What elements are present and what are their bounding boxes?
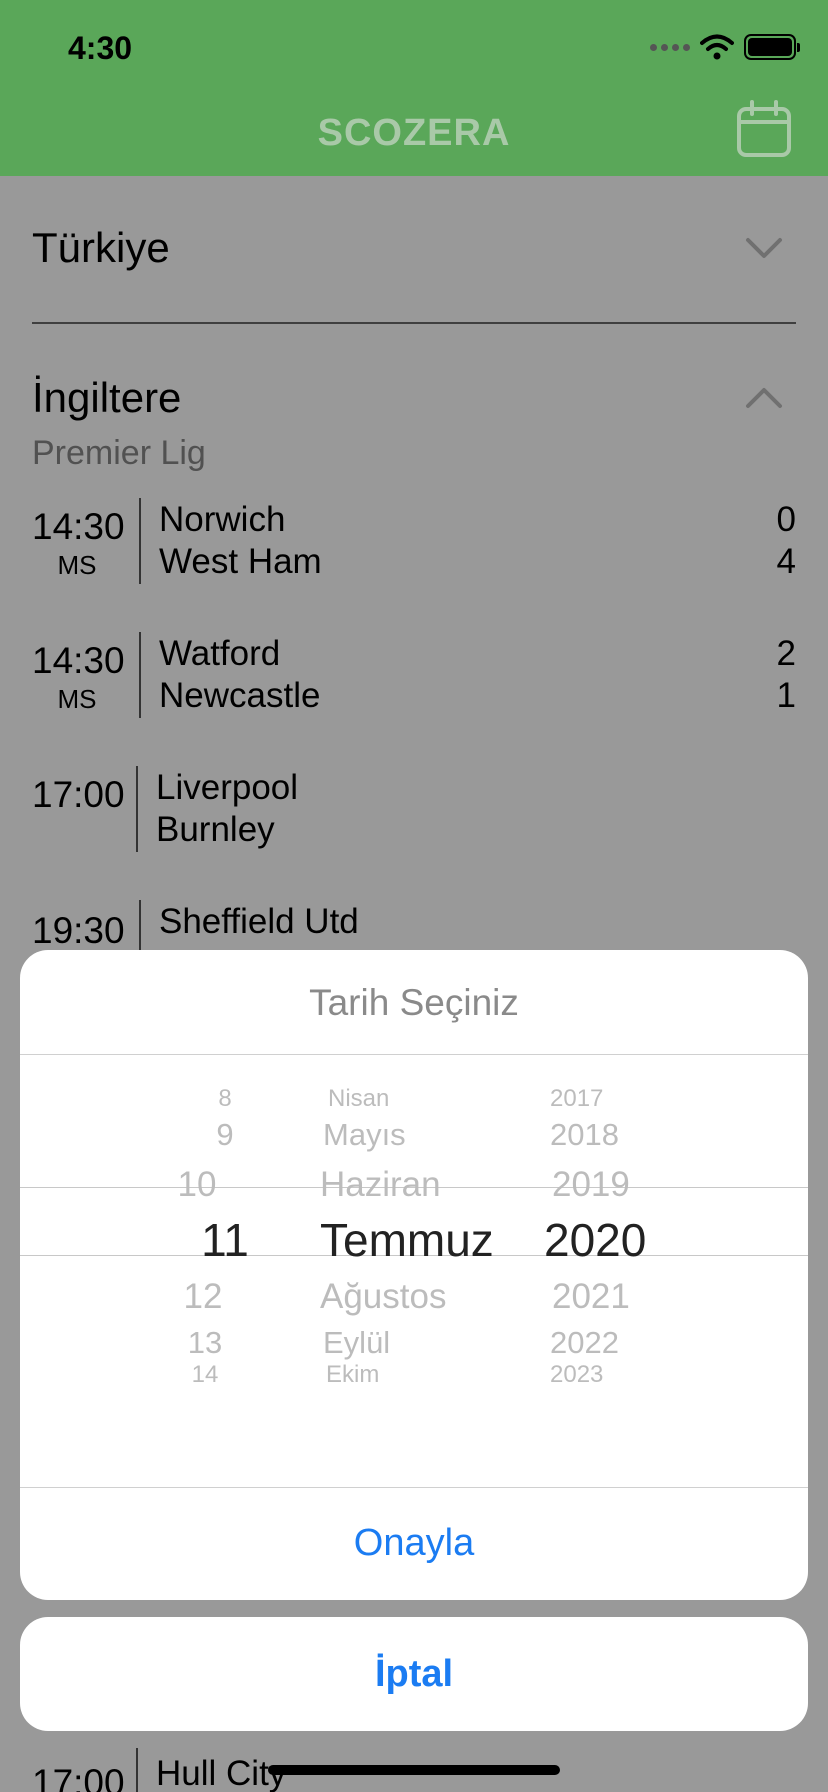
picker-month-item[interactable]: Nisan — [328, 1085, 528, 1113]
home-indicator[interactable] — [268, 1765, 560, 1775]
picker-day-item[interactable]: 10 — [142, 1165, 252, 1205]
calendar-icon[interactable] — [736, 100, 792, 158]
sheet-title: Tarih Seçiniz — [309, 982, 519, 1023]
confirm-button[interactable]: Onayla — [20, 1487, 808, 1600]
status-time: 4:30 — [68, 30, 133, 66]
picker-day-item[interactable]: 9 — [170, 1117, 280, 1153]
cellular-signal-icon — [650, 43, 690, 51]
battery-icon — [744, 34, 800, 60]
picker-day-item[interactable]: 8 — [170, 1085, 280, 1113]
picker-month-item[interactable]: Ekim — [326, 1361, 526, 1389]
picker-year-item[interactable]: 2018 — [550, 1117, 670, 1153]
picker-month-selected[interactable]: Temmuz — [320, 1213, 520, 1267]
picker-year-item[interactable]: 2023 — [550, 1361, 670, 1389]
picker-month-item[interactable]: Mayıs — [323, 1117, 523, 1153]
app-title: SCOZERA — [317, 112, 511, 154]
picker-month-item[interactable]: Eylül — [323, 1325, 523, 1361]
navigation-bar: 4:30 SCOZERA — [0, 0, 828, 176]
picker-day-item[interactable]: 13 — [150, 1325, 260, 1361]
picker-year-item[interactable]: 2019 — [552, 1165, 672, 1205]
picker-day-item[interactable]: 14 — [150, 1361, 260, 1389]
wifi-icon — [700, 34, 734, 60]
date-picker-wheel[interactable]: 8 9 10 11 12 13 14 Nisan Mayıs Haziran T… — [20, 1085, 808, 1445]
picker-month-item[interactable]: Ağustos — [320, 1277, 520, 1317]
date-picker-sheet: Tarih Seçiniz 8 9 10 11 12 13 14 Nisan M… — [20, 950, 808, 1600]
picker-month-item[interactable]: Haziran — [320, 1165, 520, 1205]
picker-year-item[interactable]: 2017 — [550, 1085, 670, 1113]
picker-year-item[interactable]: 2021 — [552, 1277, 672, 1317]
picker-year-item[interactable]: 2022 — [550, 1325, 670, 1361]
status-icons — [650, 34, 800, 60]
picker-day-selected[interactable]: 11 — [170, 1213, 280, 1267]
picker-day-item[interactable]: 12 — [148, 1277, 258, 1317]
cancel-button[interactable]: İptal — [20, 1617, 808, 1731]
sheet-divider — [20, 1054, 808, 1055]
picker-year-selected[interactable]: 2020 — [544, 1213, 664, 1267]
